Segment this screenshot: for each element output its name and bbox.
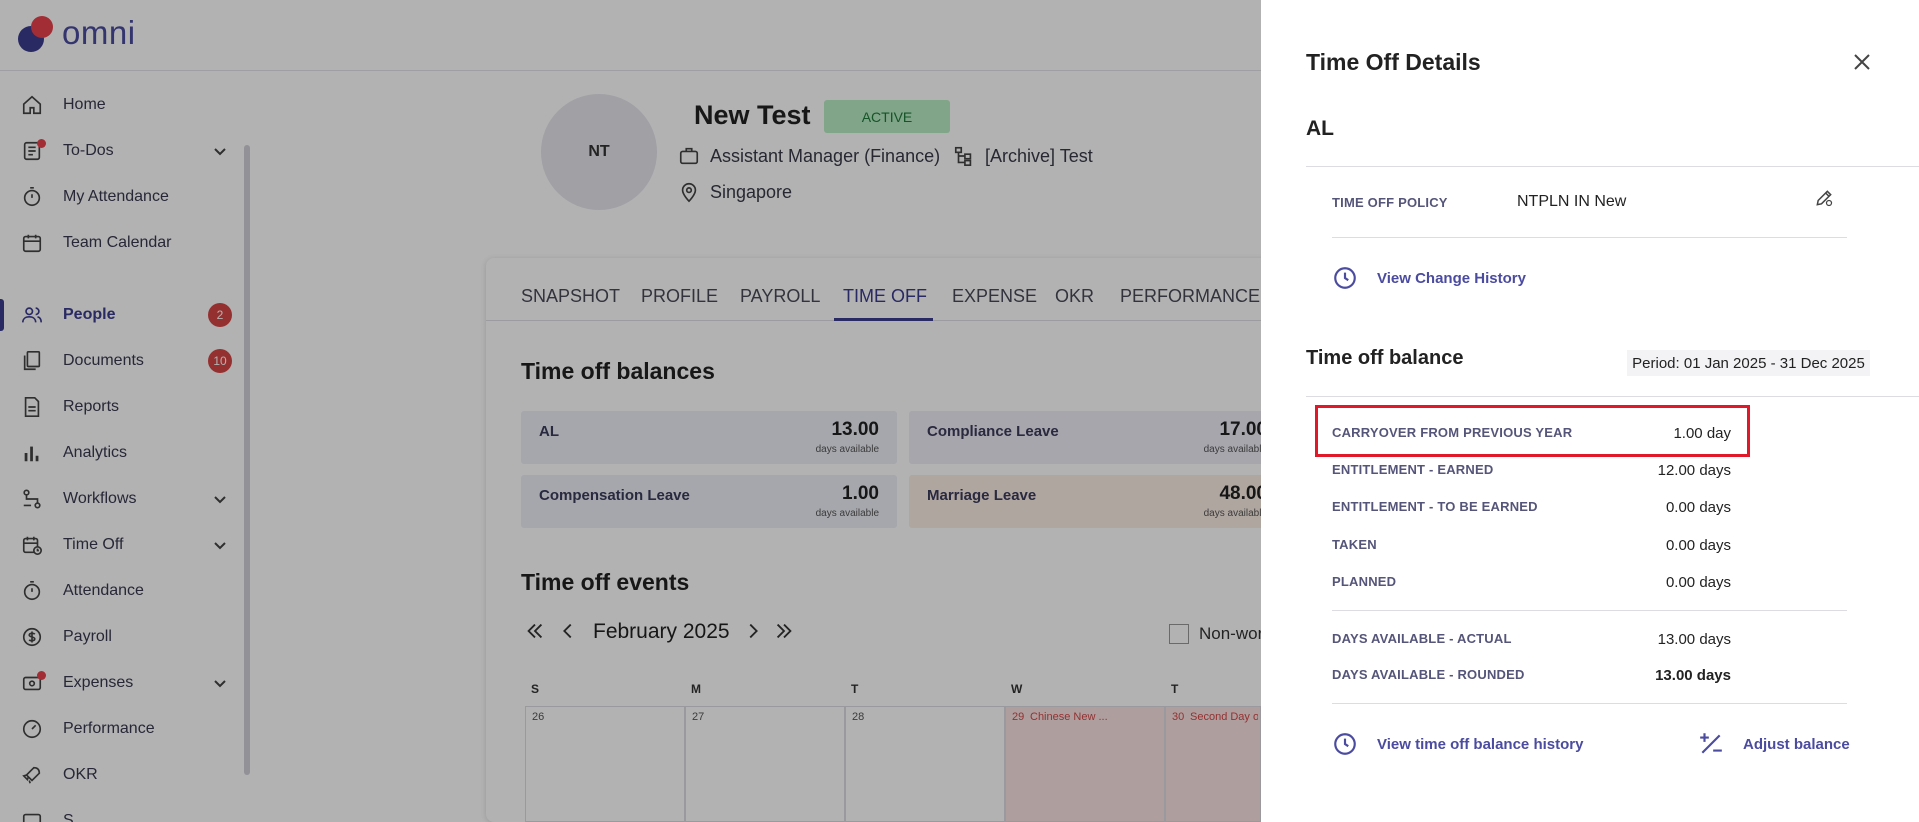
time-off-details-drawer: Time Off Details AL TIME OFF POLICY NTPL… (1261, 0, 1919, 822)
divider (1306, 166, 1919, 167)
edit-pencil-icon[interactable] (1814, 188, 1834, 208)
divider (1332, 610, 1847, 611)
period-badge: Period: 01 Jan 2025 - 31 Dec 2025 (1627, 350, 1870, 376)
drawer-title: Time Off Details (1306, 49, 1481, 75)
clock-icon (1334, 267, 1356, 289)
divider (1306, 396, 1919, 397)
policy-label: TIME OFF POLICY (1332, 195, 1448, 210)
adjust-balance-link[interactable]: Adjust balance (1743, 736, 1850, 753)
entitlement-earned-value: 12.00 days (1657, 462, 1731, 479)
days-available-actual-value: 13.00 days (1657, 631, 1731, 648)
taken-value: 0.00 days (1665, 537, 1731, 554)
divider (1332, 703, 1847, 704)
clock-icon (1334, 733, 1356, 755)
days-available-rounded-value: 13.00 days (1655, 667, 1731, 684)
days-available-actual-label: DAYS AVAILABLE - ACTUAL (1332, 631, 1512, 646)
days-available-rounded-label: DAYS AVAILABLE - ROUNDED (1332, 667, 1525, 682)
leave-type-heading: AL (1306, 117, 1334, 140)
entitlement-earned-label: ENTITLEMENT - EARNED (1332, 462, 1494, 477)
entitlement-to-be-earned-value: 0.00 days (1665, 499, 1731, 516)
taken-label: TAKEN (1332, 537, 1377, 552)
policy-value: NTPLN IN New (1517, 193, 1627, 210)
balance-section-title: Time off balance (1306, 347, 1464, 369)
planned-label: PLANNED (1332, 574, 1397, 589)
close-icon[interactable] (1850, 50, 1874, 74)
view-balance-history-link[interactable]: View time off balance history (1377, 736, 1583, 753)
carryover-value: 1.00 day (1673, 425, 1731, 442)
divider (1332, 237, 1847, 238)
view-change-history-link[interactable]: View Change History (1377, 270, 1526, 287)
planned-value: 0.00 days (1665, 574, 1731, 591)
entitlement-to-be-earned-label: ENTITLEMENT - TO BE EARNED (1332, 499, 1538, 514)
modal-backdrop[interactable] (0, 0, 1261, 822)
plus-minus-icon (1700, 733, 1722, 754)
